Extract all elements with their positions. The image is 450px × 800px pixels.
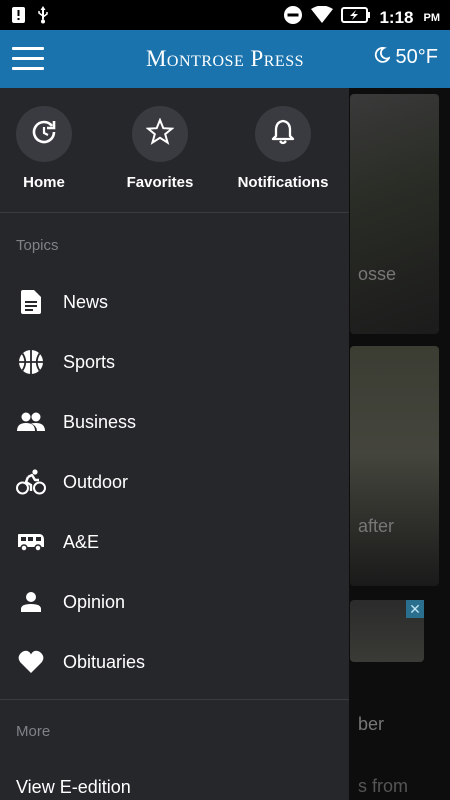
nav-item-news[interactable]: News: [0, 272, 349, 332]
app-header: Montrose Press 50°F: [0, 30, 450, 88]
article-card[interactable]: [350, 346, 439, 586]
nav-item-ae[interactable]: A&E: [0, 512, 349, 572]
cyclist-icon: [16, 467, 46, 497]
article-card[interactable]: [350, 94, 439, 334]
nav-item-business[interactable]: Business: [0, 392, 349, 452]
usb-icon: [37, 6, 49, 29]
basketball-icon: [16, 347, 46, 377]
article-headline-fragment: osse: [358, 264, 397, 284]
bell-icon: [270, 118, 296, 151]
home-label: Home: [23, 174, 65, 191]
do-not-disturb-icon: [283, 5, 303, 30]
clock-ampm: PM: [423, 11, 441, 24]
star-icon: [145, 116, 175, 151]
rv-icon: [16, 527, 46, 557]
temperature: 50°F: [395, 46, 438, 68]
nav-item-label: Business: [63, 411, 137, 432]
nav-item-sports[interactable]: Sports: [0, 332, 349, 392]
home-button[interactable]: Home: [0, 106, 104, 191]
nav-item-label: Sports: [63, 351, 116, 372]
nav-item-outdoor[interactable]: Outdoor: [0, 452, 349, 512]
navigation-drawer: Home Favorites Notifications Topics News…: [0, 88, 349, 800]
wifi-icon: [311, 5, 334, 29]
notifications-label: Notifications: [237, 174, 329, 191]
document-icon: [16, 287, 46, 317]
article-headline-fragment: after: [358, 516, 395, 536]
clock-time: 1:18: [379, 7, 414, 27]
nav-item-label: Obituaries: [63, 651, 146, 672]
notifications-button[interactable]: Notifications: [223, 106, 343, 191]
heart-icon: [16, 647, 46, 677]
battery-charging-icon: [341, 7, 371, 28]
divider: [0, 212, 349, 213]
topics-section-title: Topics: [16, 237, 59, 254]
divider: [0, 699, 349, 700]
more-section-title: More: [16, 723, 51, 740]
notification-alert-icon: [12, 7, 25, 28]
nav-item-label: News: [63, 291, 109, 312]
favorites-button[interactable]: Favorites: [100, 106, 220, 191]
people-icon: [16, 407, 46, 437]
nav-item-label: A&E: [63, 531, 100, 552]
weather-widget[interactable]: 50°F: [374, 46, 438, 69]
nav-item-label: Outdoor: [63, 471, 129, 492]
moon-icon: [374, 46, 391, 69]
article-headline-fragment: s from: [358, 776, 409, 796]
status-bar: 1:18 PM: [0, 0, 450, 30]
favorites-label: Favorites: [126, 174, 194, 191]
person-icon: [16, 587, 46, 617]
nav-item-opinion[interactable]: Opinion: [0, 572, 349, 632]
home-refresh-icon: [30, 118, 58, 151]
nav-item-label: Opinion: [63, 591, 126, 612]
view-e-edition-link[interactable]: View E-edition: [16, 777, 131, 798]
nav-item-obituaries[interactable]: Obituaries: [0, 632, 349, 692]
article-headline-fragment: ber: [358, 714, 385, 734]
ad-close-icon[interactable]: ✕: [406, 600, 424, 618]
quick-actions: Home Favorites Notifications: [0, 88, 349, 212]
